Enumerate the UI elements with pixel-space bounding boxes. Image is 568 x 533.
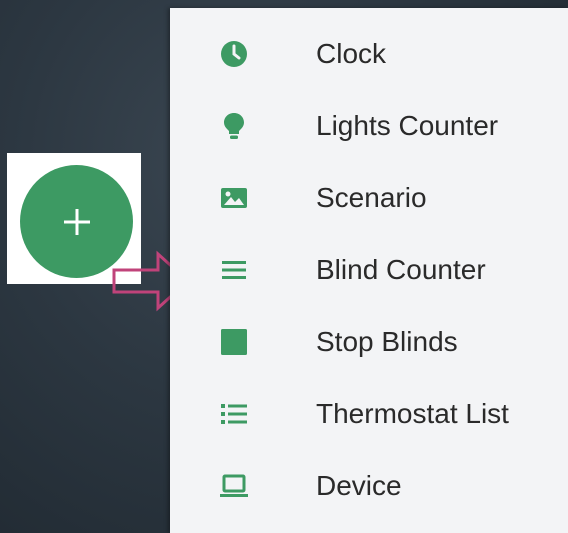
menu-item-label: Scenario (316, 182, 427, 213)
menu-item-label: Stop Blinds (316, 326, 458, 357)
laptop-icon (218, 470, 250, 502)
bullet-list-icon (218, 398, 250, 430)
menu-item-blind-counter[interactable]: Blind Counter (170, 234, 568, 306)
menu-item-lights-counter[interactable]: Lights Counter (170, 90, 568, 162)
widget-menu: Clock Lights Counter Scenario Blind Coun… (170, 8, 568, 533)
menu-item-device[interactable]: Device (170, 450, 568, 522)
menu-item-label: Device (316, 470, 402, 501)
menu-item-label: Blind Counter (316, 254, 486, 285)
menu-item-scenario[interactable]: Scenario (170, 162, 568, 234)
menu-item-stop-blinds[interactable]: Stop Blinds (170, 306, 568, 378)
image-icon (218, 182, 250, 214)
clock-icon (218, 38, 250, 70)
plus-icon (63, 208, 90, 235)
menu-item-label: Lights Counter (316, 110, 499, 141)
lightbulb-icon (218, 110, 250, 142)
menu-lines-icon (218, 254, 250, 286)
menu-item-label: Thermostat List (316, 398, 509, 429)
menu-item-clock[interactable]: Clock (170, 18, 568, 90)
stop-square-icon (218, 326, 250, 358)
menu-item-label: Clock (316, 38, 387, 69)
menu-item-thermostat-list[interactable]: Thermostat List (170, 378, 568, 450)
